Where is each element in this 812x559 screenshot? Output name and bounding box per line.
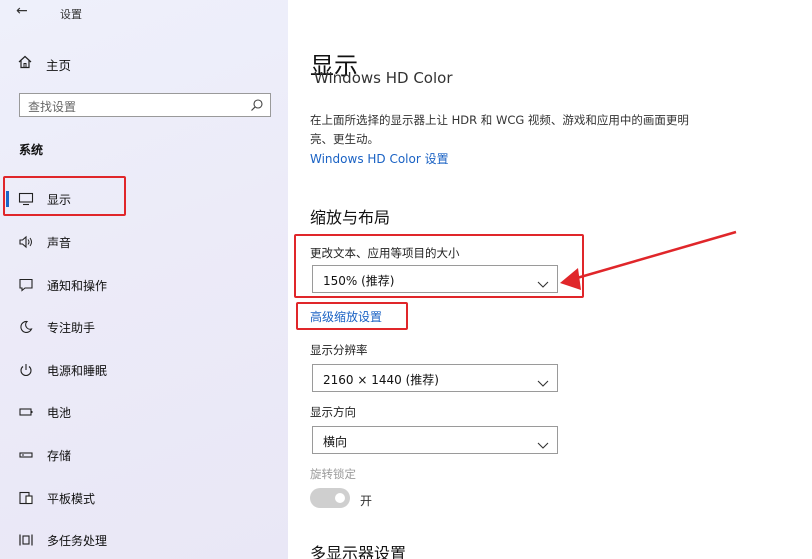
moon-icon [16, 319, 36, 335]
window-title: 设置 [60, 8, 82, 21]
sidebar-item-label: 电池 [47, 405, 72, 420]
sidebar-item-label: 专注助手 [47, 320, 96, 335]
home-link[interactable]: 主页 [18, 54, 71, 74]
section-label-system: 系统 [19, 143, 44, 157]
sidebar-item-focus-assist[interactable]: 专注助手 [0, 313, 288, 341]
sidebar-item-label: 通知和操作 [47, 278, 108, 293]
sidebar-item-sound[interactable]: 声音 [0, 228, 288, 256]
sidebar-item-label: 多任务处理 [47, 533, 108, 548]
sidebar: ← 设置 主页 查找设置 系统 显示 声音 通知和操作 专注助手 电源和睡眠 电… [0, 0, 288, 559]
sidebar-item-multitasking[interactable]: 多任务处理 [0, 526, 288, 554]
multitask-icon [16, 532, 36, 548]
sidebar-item-storage[interactable]: 存储 [0, 441, 288, 469]
title-bar: ← 设置 [0, 0, 288, 30]
main-content: 显示 Windows HD Color 在上面所选择的显示器上让 HDR 和 W… [288, 0, 812, 559]
home-label: 主页 [46, 57, 72, 73]
sidebar-item-label: 平板模式 [47, 491, 96, 506]
sidebar-item-tablet-mode[interactable]: 平板模式 [0, 484, 288, 512]
notification-icon [16, 277, 36, 293]
sidebar-item-label: 电源和睡眠 [47, 363, 108, 378]
tablet-icon [16, 490, 36, 506]
sidebar-item-notifications[interactable]: 通知和操作 [0, 271, 288, 299]
sidebar-item-battery[interactable]: 电池 [0, 398, 288, 426]
sidebar-item-label: 存储 [47, 448, 72, 463]
sidebar-item-label: 声音 [47, 235, 72, 250]
power-icon [16, 362, 36, 378]
search-input[interactable]: 查找设置 [19, 93, 271, 117]
sidebar-item-power-sleep[interactable]: 电源和睡眠 [0, 356, 288, 384]
storage-icon [16, 447, 36, 463]
display-highlight-box [3, 176, 126, 216]
back-arrow-icon[interactable]: ← [16, 3, 28, 19]
annotation-arrow [560, 230, 737, 290]
search-icon[interactable] [250, 97, 264, 111]
speaker-icon [16, 234, 36, 250]
battery-icon [16, 404, 36, 420]
search-placeholder: 查找设置 [28, 100, 77, 114]
home-icon [18, 55, 36, 73]
